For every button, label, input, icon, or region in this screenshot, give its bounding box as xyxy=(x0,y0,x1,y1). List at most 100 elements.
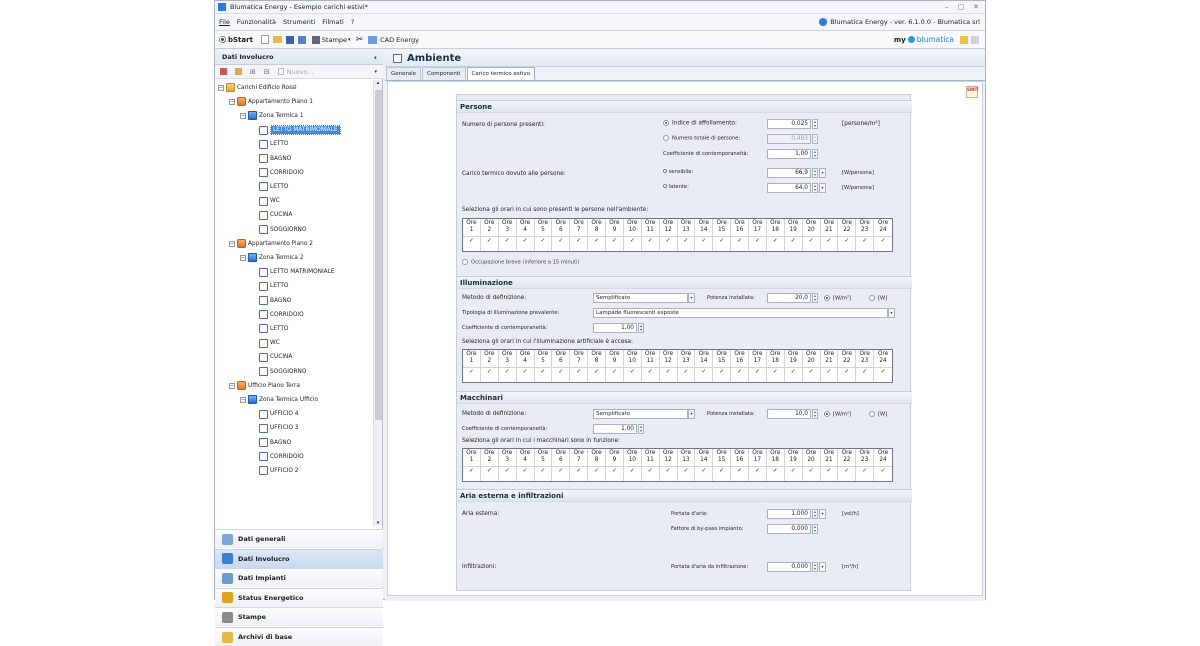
hour-cell[interactable]: Ore 17 ✓ xyxy=(749,219,767,251)
new-file-icon[interactable] xyxy=(260,35,269,44)
hour-check-icon[interactable]: ✓ xyxy=(749,367,766,376)
hour-check-icon[interactable]: ✓ xyxy=(570,367,588,376)
tree-node[interactable]: LETTO xyxy=(259,180,288,193)
nav-button[interactable]: Archivi di base xyxy=(215,627,383,646)
tree-node[interactable]: WC xyxy=(259,195,280,208)
tree-expander-icon[interactable]: − xyxy=(240,112,246,119)
collapse-all-icon[interactable]: ⊟ xyxy=(264,68,270,76)
hour-check-icon[interactable]: ✓ xyxy=(480,367,498,376)
tree-expander-icon[interactable]: − xyxy=(229,98,235,105)
tree-node[interactable]: CORRIDOIO xyxy=(259,450,304,463)
radio-macch-w[interactable] xyxy=(869,411,875,417)
tree-node[interactable]: LETTO MATRIMONIALE xyxy=(259,266,335,279)
hour-cell[interactable]: Ore 14 ✓ xyxy=(695,350,714,382)
tree-node[interactable]: BAGNO xyxy=(259,152,291,165)
hour-cell[interactable]: Ore 21 ✓ xyxy=(820,350,839,382)
radio-occupazione-breve[interactable] xyxy=(462,259,468,265)
hour-check-icon[interactable]: ✓ xyxy=(623,466,641,475)
indice-spinner[interactable]: ▴ ▾ xyxy=(812,119,818,129)
hour-cell[interactable]: Ore 22 ✓ xyxy=(838,219,857,251)
q-latente-dropdown[interactable]: ▾ xyxy=(819,183,826,193)
scroll-down-icon[interactable]: ▾ xyxy=(374,520,382,526)
hour-check-icon[interactable]: ✓ xyxy=(641,466,659,475)
hour-check-icon[interactable]: ✓ xyxy=(731,367,748,376)
macch-unit-wm2-option[interactable]: [W/m²] xyxy=(824,411,851,418)
tools-icon[interactable]: ✂ xyxy=(356,35,364,45)
hour-check-icon[interactable]: ✓ xyxy=(749,236,766,245)
hour-check-icon[interactable]: ✓ xyxy=(820,367,838,376)
hour-check-icon[interactable]: ✓ xyxy=(623,236,641,245)
hour-check-icon[interactable]: ✓ xyxy=(606,367,623,376)
hour-check-icon[interactable]: ✓ xyxy=(534,236,552,245)
tree-node-selected[interactable]: LETTO MATRIMONIALE xyxy=(259,124,341,137)
menu-filmati[interactable]: Filmati xyxy=(322,18,344,26)
tree-node[interactable]: − Appartamento Piano 2 xyxy=(229,237,313,250)
nav-button[interactable]: Dati generali xyxy=(215,529,383,548)
hour-cell[interactable]: Ore 9 ✓ xyxy=(606,449,624,481)
tab-componenti[interactable]: Componenti xyxy=(422,67,466,80)
hour-check-icon[interactable]: ✓ xyxy=(802,367,820,376)
numero-totale-option[interactable]: Numero totale di persone: xyxy=(663,135,740,142)
radio-indice[interactable] xyxy=(663,120,669,126)
hour-cell[interactable]: Ore 11 ✓ xyxy=(641,350,660,382)
hour-cell[interactable]: Ore 23 ✓ xyxy=(856,449,875,481)
hour-cell[interactable]: Ore 2 ✓ xyxy=(480,449,499,481)
hour-check-icon[interactable]: ✓ xyxy=(838,466,856,475)
hour-check-icon[interactable]: ✓ xyxy=(784,236,802,245)
hour-check-icon[interactable]: ✓ xyxy=(516,236,534,245)
hour-check-icon[interactable]: ✓ xyxy=(552,236,570,245)
hour-check-icon[interactable]: ✓ xyxy=(588,236,605,245)
help-icon[interactable] xyxy=(960,35,968,44)
cad-energy-button[interactable]: CAD Energy xyxy=(368,35,419,44)
hour-cell[interactable]: Ore 5 ✓ xyxy=(534,350,553,382)
hour-check-icon[interactable]: ✓ xyxy=(463,236,480,245)
tree-expander-icon[interactable]: − xyxy=(240,396,246,403)
hour-cell[interactable]: Ore 17 ✓ xyxy=(749,350,767,382)
hour-check-icon[interactable]: ✓ xyxy=(874,466,892,475)
hour-cell[interactable]: Ore 4 ✓ xyxy=(516,219,535,251)
hour-cell[interactable]: Ore 12 ✓ xyxy=(659,219,678,251)
tree-node[interactable]: UFFICIO 3 xyxy=(259,422,298,435)
tree-node[interactable]: BAGNO xyxy=(259,436,291,449)
hour-cell[interactable]: Ore 13 ✓ xyxy=(677,350,696,382)
dropdown-arrow-icon[interactable]: ▾ xyxy=(374,69,377,75)
hour-check-icon[interactable]: ✓ xyxy=(570,236,588,245)
settings-icon[interactable] xyxy=(971,35,979,44)
q-sensibile-spinner[interactable]: ▴ ▾ xyxy=(812,168,818,178)
nuovo-button[interactable]: Nuovo... xyxy=(277,68,314,76)
hour-check-icon[interactable]: ✓ xyxy=(498,466,516,475)
hour-check-icon[interactable]: ✓ xyxy=(659,367,677,376)
hour-cell[interactable]: Ore 20 ✓ xyxy=(802,350,821,382)
hour-cell[interactable]: Ore 20 ✓ xyxy=(802,449,821,481)
hour-check-icon[interactable]: ✓ xyxy=(659,236,677,245)
radio-illum-w[interactable] xyxy=(869,295,875,301)
hour-check-icon[interactable]: ✓ xyxy=(802,466,820,475)
portata-aria-field[interactable]: 1,000 xyxy=(767,509,811,519)
hour-check-icon[interactable]: ✓ xyxy=(534,367,552,376)
hour-check-icon[interactable]: ✓ xyxy=(516,466,534,475)
hour-cell[interactable]: Ore 6 ✓ xyxy=(552,219,571,251)
hour-cell[interactable]: Ore 13 ✓ xyxy=(677,219,696,251)
hour-cell[interactable]: Ore 15 ✓ xyxy=(713,449,732,481)
hour-check-icon[interactable]: ✓ xyxy=(874,367,892,376)
coeff-illum-spinner[interactable]: ▴ ▾ xyxy=(638,323,644,333)
coeff-persone-spinner[interactable]: ▴ ▾ xyxy=(812,149,818,159)
hour-cell[interactable]: Ore 8 ✓ xyxy=(588,350,606,382)
hour-cell[interactable]: Ore 18 ✓ xyxy=(766,350,785,382)
hour-cell[interactable]: Ore 7 ✓ xyxy=(570,449,589,481)
tree-tool-icon-1[interactable] xyxy=(220,68,227,75)
coeff-macch-spinner[interactable]: ▴ ▾ xyxy=(638,424,644,434)
tree-node[interactable]: CUCINA xyxy=(259,209,292,222)
q-latente-spinner[interactable]: ▴ ▾ xyxy=(812,183,818,193)
expand-all-icon[interactable]: ⊞ xyxy=(250,68,256,76)
hour-check-icon[interactable]: ✓ xyxy=(731,466,748,475)
hour-cell[interactable]: Ore 21 ✓ xyxy=(820,219,839,251)
hour-check-icon[interactable]: ✓ xyxy=(874,236,892,245)
hour-check-icon[interactable]: ✓ xyxy=(463,367,480,376)
hour-cell[interactable]: Ore 4 ✓ xyxy=(516,449,535,481)
hour-cell[interactable]: Ore 11 ✓ xyxy=(641,219,660,251)
potenza-illum-field[interactable]: 20,0 xyxy=(767,293,811,303)
hour-check-icon[interactable]: ✓ xyxy=(463,466,480,475)
hour-cell[interactable]: Ore 14 ✓ xyxy=(695,449,714,481)
hour-cell[interactable]: Ore 6 ✓ xyxy=(552,350,571,382)
